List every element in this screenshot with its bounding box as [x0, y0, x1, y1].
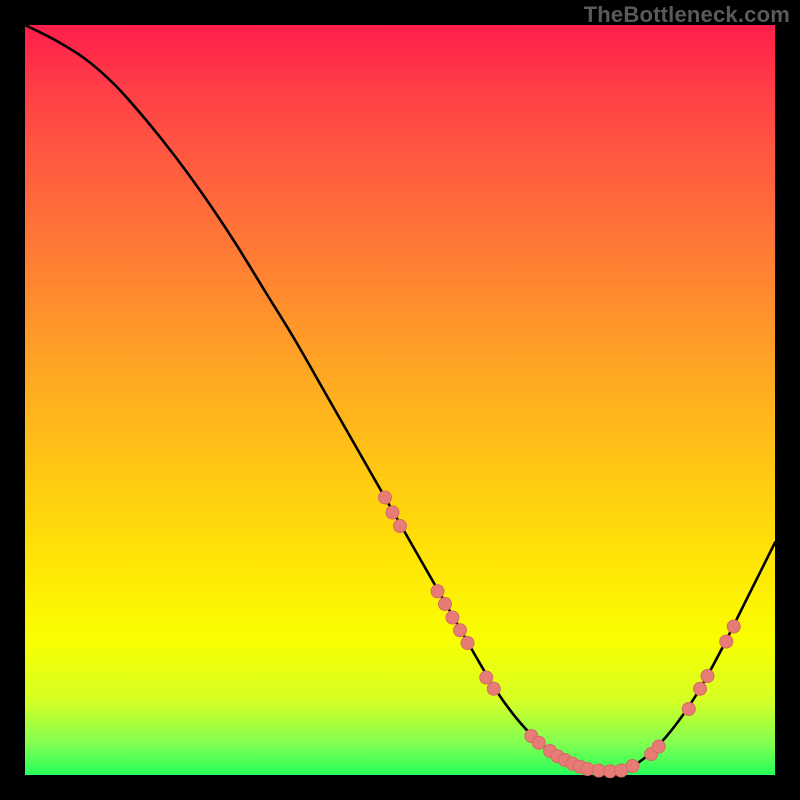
curve-marker	[694, 682, 707, 695]
curve-marker	[431, 585, 444, 598]
curve-marker	[720, 635, 733, 648]
curve-marker	[487, 682, 500, 695]
curve-marker	[682, 703, 695, 716]
bottleneck-curve	[25, 25, 775, 771]
curve-markers	[379, 491, 741, 778]
chart-svg	[25, 25, 775, 775]
curve-marker	[446, 611, 459, 624]
curve-marker	[701, 670, 714, 683]
curve-marker	[532, 736, 545, 749]
curve-marker	[379, 491, 392, 504]
curve-marker	[394, 520, 407, 533]
curve-marker	[626, 760, 639, 773]
curve-marker	[439, 598, 452, 611]
curve-marker	[727, 620, 740, 633]
curve-marker	[454, 624, 467, 637]
curve-marker	[386, 506, 399, 519]
curve-marker	[652, 740, 665, 753]
curve-marker	[461, 637, 474, 650]
curve-marker	[480, 671, 493, 684]
chart-frame: TheBottleneck.com	[0, 0, 800, 800]
